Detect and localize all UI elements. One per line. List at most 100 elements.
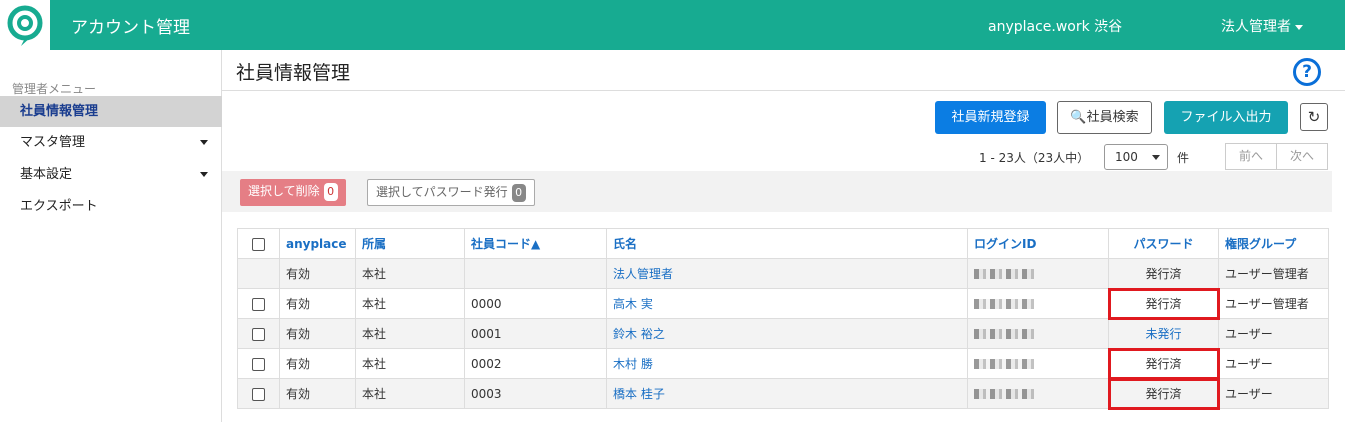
masked-login-id xyxy=(974,269,1034,279)
sidebar-item-export[interactable]: エクスポート xyxy=(0,191,222,222)
status-cell: 有効 xyxy=(279,258,356,289)
prev-page-button[interactable]: 前へ xyxy=(1225,143,1277,170)
row-checkbox-cell xyxy=(237,348,280,379)
table-row: 有効 本社 法人管理者 発行済 ユーザー管理者 xyxy=(237,258,1329,289)
chevron-down-icon xyxy=(1295,24,1303,30)
select-all-checkbox[interactable] xyxy=(252,237,265,251)
count-badge: 0 xyxy=(323,182,338,201)
file-io-button[interactable]: ファイル入出力 xyxy=(1164,101,1288,134)
column-header-group[interactable]: 権限グループ xyxy=(1218,228,1329,259)
name-cell: 鈴木 裕之 xyxy=(606,318,968,349)
table-row: 有効 本社 0001 鈴木 裕之 未発行 ユーザー xyxy=(237,318,1329,349)
password-cell: 発行済 xyxy=(1107,287,1220,320)
column-header-password[interactable]: パスワード xyxy=(1108,228,1219,259)
per-page-value: 100 xyxy=(1115,150,1138,164)
table-row: 有効 本社 0002 木村 勝 発行済 ユーザー xyxy=(237,347,1329,380)
chevron-down-icon xyxy=(200,172,208,177)
sidebar-item-label: 基本設定 xyxy=(20,167,73,182)
masked-login-id xyxy=(974,299,1034,309)
name-cell: 橋本 桂子 xyxy=(606,378,968,409)
password-cell: 未発行 xyxy=(1108,318,1219,349)
code-cell: 0003 xyxy=(464,378,607,409)
sidebar-heading: 管理者メニュー xyxy=(12,82,97,96)
row-checkbox-cell xyxy=(237,318,280,349)
user-menu-label: 法人管理者 xyxy=(1221,19,1291,35)
masked-login-id xyxy=(974,389,1034,399)
status-cell: 有効 xyxy=(279,318,356,349)
app-title: アカウント管理 xyxy=(71,18,190,38)
sidebar-item-label: 社員情報管理 xyxy=(20,104,99,119)
code-cell: 0000 xyxy=(464,288,607,319)
row-checkbox-cell xyxy=(237,378,280,409)
group-cell: ユーザー管理者 xyxy=(1218,258,1329,289)
page-title: 社員情報管理 xyxy=(236,62,351,84)
dept-cell: 本社 xyxy=(355,258,465,289)
count-badge: 0 xyxy=(511,183,526,202)
table-row: 有効 本社 0000 高木 実 発行済 ユーザー管理者 xyxy=(237,287,1329,320)
per-page-unit: 件 xyxy=(1177,151,1190,165)
row-checkbox-cell xyxy=(237,258,280,289)
sidebar-item-employee-info[interactable]: 社員情報管理 xyxy=(0,96,222,127)
column-header-code[interactable]: 社員コード▲ xyxy=(464,228,607,259)
login-id-cell xyxy=(967,288,1109,319)
search-employee-button[interactable]: 🔍社員検索 xyxy=(1057,101,1152,134)
employee-name-link[interactable]: 高木 実 xyxy=(613,297,653,311)
login-id-cell xyxy=(967,348,1109,379)
employee-name-link[interactable]: 木村 勝 xyxy=(613,357,653,371)
group-cell: ユーザー xyxy=(1218,318,1329,349)
result-count: 1 - 23人（23人中） xyxy=(979,151,1090,165)
table-row: 有効 本社 0003 橋本 桂子 発行済 ユーザー xyxy=(237,377,1329,410)
masked-login-id xyxy=(974,329,1034,339)
group-cell: ユーザー xyxy=(1218,378,1329,409)
bulk-delete-label: 選択して削除 xyxy=(248,184,320,198)
row-checkbox[interactable] xyxy=(252,357,265,371)
code-cell: 0002 xyxy=(464,348,607,379)
next-page-button[interactable]: 次へ xyxy=(1276,143,1328,170)
issue-password-link[interactable]: 未発行 xyxy=(1145,327,1181,341)
employee-name-link[interactable]: 鈴木 裕之 xyxy=(613,327,665,341)
status-cell: 有効 xyxy=(279,348,356,379)
column-header-anyplace[interactable]: anyplace xyxy=(279,228,356,259)
app-logo[interactable] xyxy=(0,0,50,50)
employee-name-link[interactable]: 法人管理者 xyxy=(613,267,673,281)
table-header-row: anyplace 所属 社員コード▲ 氏名 ログインID パスワード 権限グルー… xyxy=(237,228,1329,259)
question-circle-icon[interactable]: ? xyxy=(1293,58,1321,86)
top-bar: アカウント管理 anyplace.work 渋谷 法人管理者 xyxy=(0,0,1345,50)
bulk-delete-button[interactable]: 選択して削除 0 xyxy=(240,179,346,206)
per-page-select[interactable]: 100 xyxy=(1104,144,1168,170)
group-cell: ユーザー管理者 xyxy=(1218,288,1329,319)
row-checkbox[interactable] xyxy=(252,387,265,401)
dept-cell: 本社 xyxy=(355,378,465,409)
refresh-icon[interactable]: ↻ xyxy=(1300,103,1328,131)
login-id-cell xyxy=(967,318,1109,349)
search-button-label: 社員検索 xyxy=(1086,110,1139,125)
column-header-login-id[interactable]: ログインID xyxy=(967,228,1109,259)
bulk-password-button[interactable]: 選択してパスワード発行 0 xyxy=(367,179,535,206)
logo-icon xyxy=(7,5,43,46)
row-checkbox[interactable] xyxy=(252,327,265,341)
column-header-name[interactable]: 氏名 xyxy=(606,228,968,259)
sidebar-item-master[interactable]: マスタ管理 xyxy=(0,127,222,158)
row-checkbox[interactable] xyxy=(252,297,265,311)
status-cell: 有効 xyxy=(279,378,356,409)
name-cell: 木村 勝 xyxy=(606,348,968,379)
employee-name-link[interactable]: 橋本 桂子 xyxy=(613,387,665,401)
code-cell xyxy=(464,258,607,289)
user-menu[interactable]: 法人管理者 xyxy=(1221,16,1303,36)
name-cell: 高木 実 xyxy=(606,288,968,319)
name-cell: 法人管理者 xyxy=(606,258,968,289)
register-employee-button[interactable]: 社員新規登録 xyxy=(935,101,1046,134)
chevron-down-icon xyxy=(200,140,208,145)
page-header: 社員情報管理 ? xyxy=(222,50,1345,91)
code-cell: 0001 xyxy=(464,318,607,349)
status-cell: 有効 xyxy=(279,288,356,319)
bulk-password-label: 選択してパスワード発行 xyxy=(376,185,508,199)
column-header-dept[interactable]: 所属 xyxy=(355,228,465,259)
row-checkbox-cell xyxy=(237,288,280,319)
sidebar-item-label: エクスポート xyxy=(20,199,98,214)
chevron-down-icon xyxy=(1152,155,1160,160)
sidebar-item-basic-settings[interactable]: 基本設定 xyxy=(0,159,222,190)
employee-table: anyplace 所属 社員コード▲ 氏名 ログインID パスワード 権限グルー… xyxy=(237,228,1329,410)
masked-login-id xyxy=(974,359,1034,369)
sidebar: 管理者メニュー 社員情報管理 マスタ管理 基本設定 エクスポート xyxy=(0,50,222,422)
